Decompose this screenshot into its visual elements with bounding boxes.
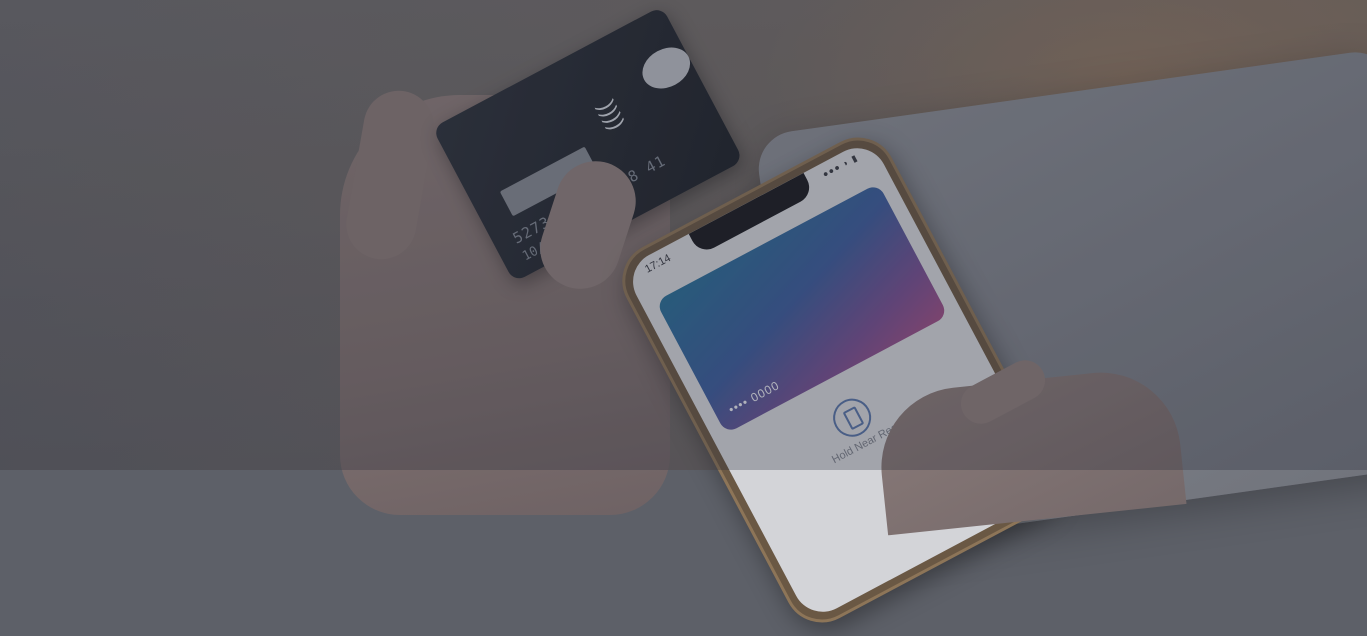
hero-image: )))) 5273 4607 1428 41 10/24 17:14 ●●● ◗… <box>0 0 1367 636</box>
status-time: 17:14 <box>642 252 673 276</box>
wallet-card-number: •••• 0000 <box>726 378 782 417</box>
contactless-icon: )))) <box>594 96 631 134</box>
